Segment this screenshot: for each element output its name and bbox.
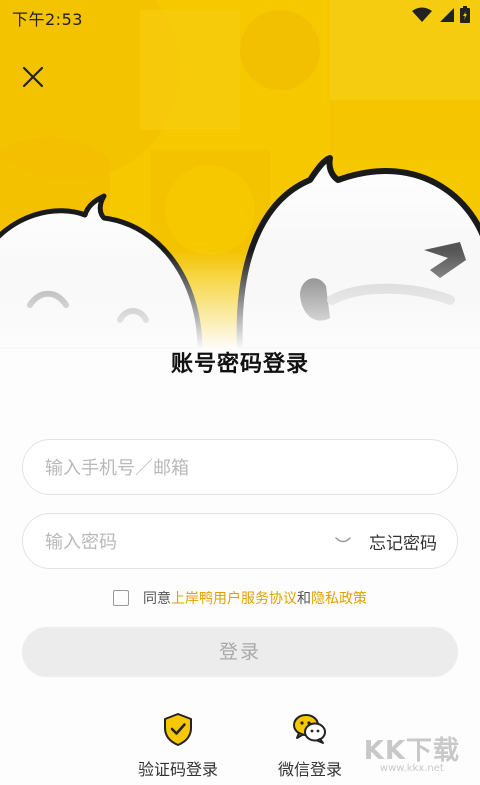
watermark: KK下载 www.kkx.net <box>364 730 460 774</box>
user-agreement-link[interactable]: 上岸鸭用户服务协议 <box>171 591 297 607</box>
watermark-logo-text: KK下载 <box>363 736 460 766</box>
password-field-container: 忘记密码 <box>22 513 458 570</box>
page-title: 账号密码登录 <box>170 352 309 377</box>
agreement-prefix: 同意 <box>143 591 171 607</box>
status-bar: 下午2:53 <box>0 0 480 32</box>
privacy-policy-link[interactable]: 隐私政策 <box>311 591 367 607</box>
login-button[interactable]: 登录 <box>22 627 458 677</box>
forgot-password-link[interactable]: 忘记密码 <box>369 529 437 554</box>
phone-email-field-container <box>22 439 458 496</box>
code-login-button[interactable]: 验证码登录 <box>118 712 238 780</box>
agreement-checkbox[interactable] <box>113 590 129 606</box>
agreement-row: 同意上岸鸭用户服务协议和隐私政策 <box>0 588 480 608</box>
hero-banner <box>0 0 480 350</box>
status-time: 下午2:53 <box>12 10 83 29</box>
shield-check-icon <box>164 713 192 746</box>
agreement-conjunction: 和 <box>297 591 311 607</box>
wechat-login-button[interactable]: 微信登录 <box>250 712 370 780</box>
cellular-signal-icon <box>440 7 454 22</box>
eye-closed-icon[interactable] <box>335 536 351 546</box>
duck-mascots-illustration <box>0 0 480 350</box>
code-login-label: 验证码登录 <box>137 760 218 779</box>
battery-charging-icon <box>460 6 470 23</box>
wifi-icon <box>412 7 432 22</box>
wechat-icon <box>293 714 326 744</box>
password-input[interactable] <box>43 514 347 570</box>
close-icon[interactable] <box>18 62 48 92</box>
phone-email-input[interactable] <box>43 440 347 496</box>
wechat-login-label: 微信登录 <box>277 760 342 779</box>
